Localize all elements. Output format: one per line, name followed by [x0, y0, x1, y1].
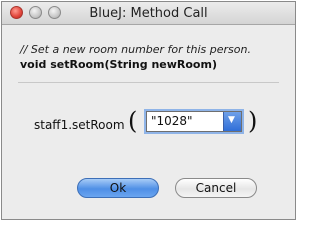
ok-button[interactable]: Ok — [77, 178, 159, 198]
argument-combobox[interactable]: "1028" ▼ — [146, 111, 242, 132]
method-call-dialog: BlueJ: Method Call // Set a new room num… — [1, 1, 296, 220]
open-paren: ( — [128, 107, 138, 135]
separator — [18, 82, 279, 83]
method-signature: void setRoom(String newRoom) — [20, 58, 217, 71]
cancel-button[interactable]: Cancel — [175, 178, 257, 198]
close-paren: ) — [248, 107, 258, 135]
title-bar: BlueJ: Method Call — [2, 2, 295, 25]
window-title: BlueJ: Method Call — [89, 6, 208, 21]
argument-value[interactable]: "1028" — [151, 114, 193, 128]
call-prefix: staff1.setRoom — [34, 118, 125, 132]
method-comment: // Set a new room number for this person… — [20, 43, 251, 56]
dropdown-button[interactable]: ▼ — [223, 112, 241, 131]
chevron-down-icon: ▼ — [228, 115, 235, 125]
